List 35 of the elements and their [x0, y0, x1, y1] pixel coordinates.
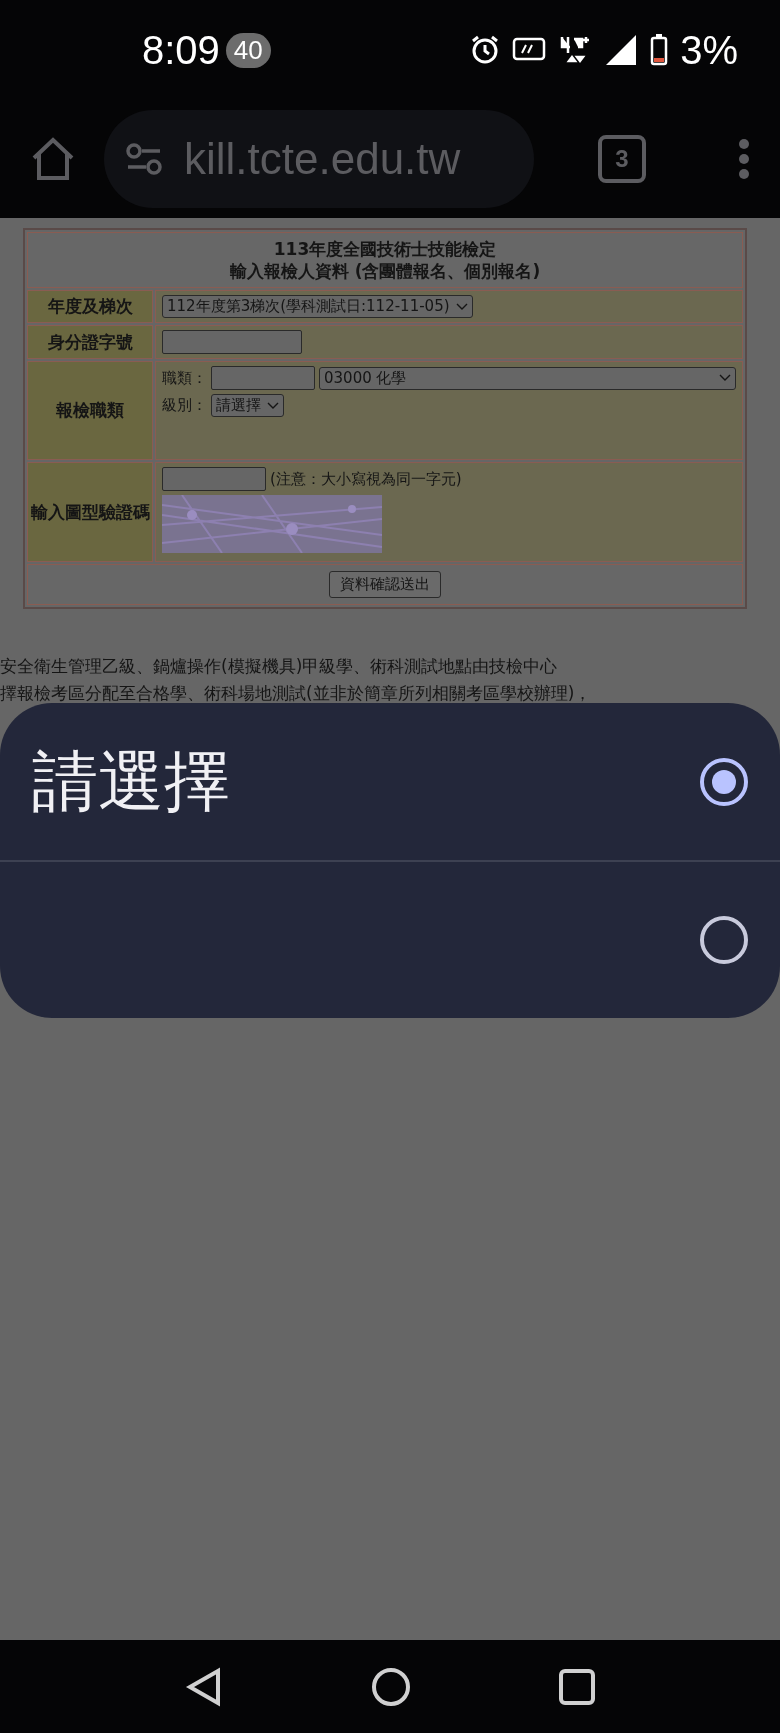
row-label: 身分證字號: [27, 325, 153, 360]
battery-icon: [650, 34, 669, 66]
option-item[interactable]: 請選擇: [0, 703, 780, 860]
field-label: 級別：: [162, 396, 207, 416]
clock: 8:09: [142, 27, 220, 73]
trade-code-field[interactable]: [211, 366, 315, 391]
note-text: 擇報檢考區分配至合格學、術科場地測試(並非於簡章所列相關考區學校辦理)，: [0, 682, 593, 706]
home-icon[interactable]: [371, 1666, 411, 1707]
menu-icon[interactable]: [738, 138, 750, 180]
radio-button[interactable]: [700, 915, 748, 964]
url-text: kill.tcte.edu.tw: [184, 134, 461, 184]
batch-select[interactable]: 112年度第3梯次(學科測試日:112-11-05): [162, 295, 473, 319]
captcha-field[interactable]: [162, 467, 266, 492]
caret-icon: [267, 401, 279, 410]
id-number-field[interactable]: [162, 330, 302, 355]
level-select[interactable]: 請選擇: [211, 394, 284, 418]
trade-select[interactable]: 03000 化學: [319, 366, 736, 390]
row-label: 年度及梯次: [27, 290, 153, 324]
caret-icon: [719, 374, 731, 383]
row-label: 報檢職類: [27, 361, 153, 461]
caret-icon: [455, 302, 468, 311]
note-text: 安全衛生管理乙級、鍋爐操作(模擬機具)甲級學、術科測試地點由技檢中心: [0, 655, 559, 679]
row-label: 輸入圖型驗證碼: [27, 462, 153, 563]
signal-icon: [604, 33, 639, 67]
alarm-icon: [470, 35, 501, 65]
address-bar[interactable]: kill.tcte.edu.tw: [104, 110, 534, 208]
form-title: 113年度全國技術士技能檢定 輸入報檢人資料 (含團體報名、個別報名): [27, 232, 743, 289]
captcha-note: (注意：大小寫視為同一字元): [270, 469, 462, 489]
radio-button[interactable]: [700, 757, 748, 806]
battery-percent: 3%: [680, 27, 738, 73]
notification-count: 40: [225, 32, 271, 68]
recents-icon[interactable]: [558, 1667, 597, 1706]
field-label: 職類：: [162, 368, 207, 388]
submit-button[interactable]: 資料確認送出: [329, 571, 441, 599]
tab-count-button[interactable]: 3: [598, 135, 646, 183]
